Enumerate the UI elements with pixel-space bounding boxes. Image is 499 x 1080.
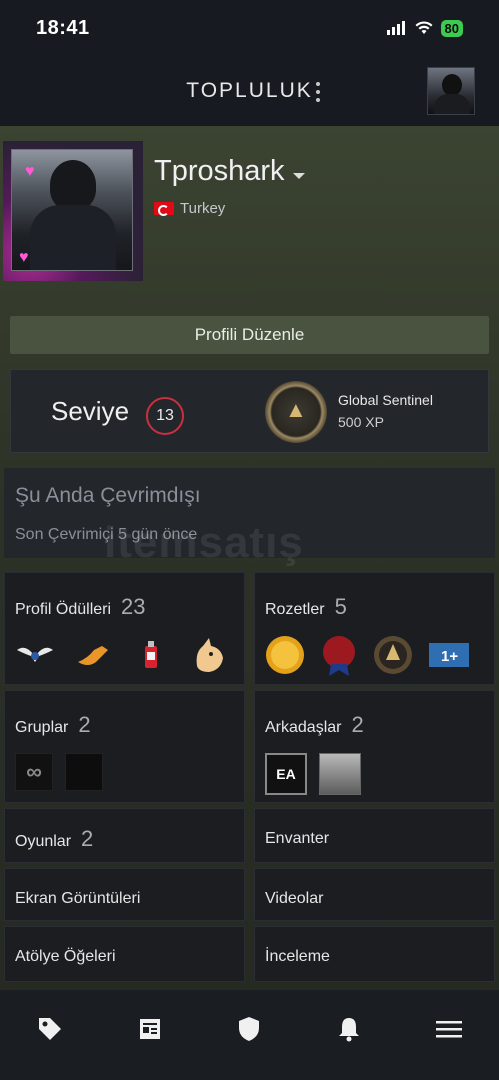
medal-icon xyxy=(265,381,327,443)
watermark: itemsatış xyxy=(104,518,304,567)
group-logo-icon[interactable] xyxy=(65,753,103,791)
badge-1plus-label: 1+ xyxy=(441,648,458,665)
tile-label: Atölye Öğeleri xyxy=(15,948,116,965)
award-horse-icon xyxy=(73,635,113,675)
tile-count: 23 xyxy=(121,594,146,619)
country-label: Turkey xyxy=(180,200,226,217)
award-dog-icon xyxy=(189,635,229,675)
page-title: TOPLULUK xyxy=(186,79,313,102)
award-wings-icon xyxy=(15,635,55,675)
online-status: Şu Anda Çevrimdışı xyxy=(15,484,201,507)
videos-tile[interactable]: Videolar xyxy=(254,868,495,921)
status-time: 18:41 xyxy=(36,16,90,39)
medal-badge-icon xyxy=(373,635,413,675)
inventory-tile[interactable]: Envanter xyxy=(254,808,495,863)
bell-icon[interactable] xyxy=(324,1014,374,1044)
app-header: TOPLULUK xyxy=(0,56,499,126)
bottom-nav xyxy=(0,990,499,1080)
wifi-icon xyxy=(415,21,433,34)
tile-count: 2 xyxy=(78,712,91,737)
signal-icon xyxy=(386,21,405,35)
tile-count: 5 xyxy=(334,594,347,619)
friend-portrait-avatar[interactable] xyxy=(319,753,361,795)
more-options-icon[interactable] xyxy=(308,78,328,106)
profile-avatar-frame[interactable]: ♥ ♥ xyxy=(3,141,143,281)
username-dropdown[interactable]: Tproshark xyxy=(154,155,305,188)
groups-tile[interactable]: Gruplar 2 ∞ xyxy=(4,690,245,803)
hamburger-menu-icon[interactable] xyxy=(424,1014,474,1044)
tile-label: Oyunlar xyxy=(15,833,72,850)
years-badge-icon: 1+ xyxy=(427,635,471,675)
tile-label: Envanter xyxy=(265,830,330,847)
shield-icon[interactable] xyxy=(224,1014,274,1044)
tile-label: Ekran Görüntüleri xyxy=(15,890,141,907)
seal-badge-icon xyxy=(319,635,359,676)
level-label: Seviye xyxy=(51,396,130,426)
friend-ea-avatar[interactable]: EA xyxy=(265,753,307,795)
badge-name: Global Sentinel xyxy=(338,392,433,408)
games-tile[interactable]: Oyunlar 2 xyxy=(4,808,245,863)
level-badge: 13 xyxy=(146,397,184,435)
screenshots-tile[interactable]: Ekran Görüntüleri xyxy=(4,868,245,921)
tile-label: Profil Ödülleri xyxy=(15,601,112,618)
tile-count: 2 xyxy=(81,826,94,851)
group-infinity-icon[interactable]: ∞ xyxy=(15,753,53,791)
country: Turkey xyxy=(154,200,225,217)
tile-label: Gruplar xyxy=(15,719,69,736)
award-drink-icon xyxy=(131,635,171,675)
tile-label: Videolar xyxy=(265,890,324,907)
tile-label: Arkadaşlar xyxy=(265,719,342,736)
friends-tile[interactable]: Arkadaşlar 2 EA xyxy=(254,690,495,803)
heart-icon: ♥ xyxy=(25,163,35,180)
tile-count: 2 xyxy=(351,712,364,737)
status-icons: 80 xyxy=(386,19,463,37)
level-panel[interactable]: Seviye 13 Global Sentinel 500 XP xyxy=(10,369,489,453)
coin-badge-icon xyxy=(265,635,305,675)
badge-xp: 500 XP xyxy=(338,414,384,430)
header-avatar[interactable] xyxy=(427,67,475,115)
badges-tile[interactable]: Rozetler 5 1+ xyxy=(254,572,495,685)
status-bar: 18:41 80 xyxy=(0,0,499,56)
news-icon[interactable] xyxy=(125,1014,175,1044)
tile-label: Rozetler xyxy=(265,601,325,618)
battery-indicator: 80 xyxy=(440,19,463,37)
profile-awards-tile[interactable]: Profil Ödülleri 23 xyxy=(4,572,245,685)
workshop-tile[interactable]: Atölye Öğeleri xyxy=(4,926,245,982)
tile-label: İnceleme xyxy=(265,948,330,965)
edit-profile-button[interactable]: Profili Düzenle xyxy=(10,316,489,354)
username: Tproshark xyxy=(154,155,285,187)
tag-icon[interactable] xyxy=(25,1014,75,1044)
chevron-down-icon xyxy=(292,172,305,179)
reviews-tile[interactable]: İnceleme xyxy=(254,926,495,982)
flag-icon xyxy=(154,202,174,216)
heart-icon: ♥ xyxy=(19,249,29,266)
